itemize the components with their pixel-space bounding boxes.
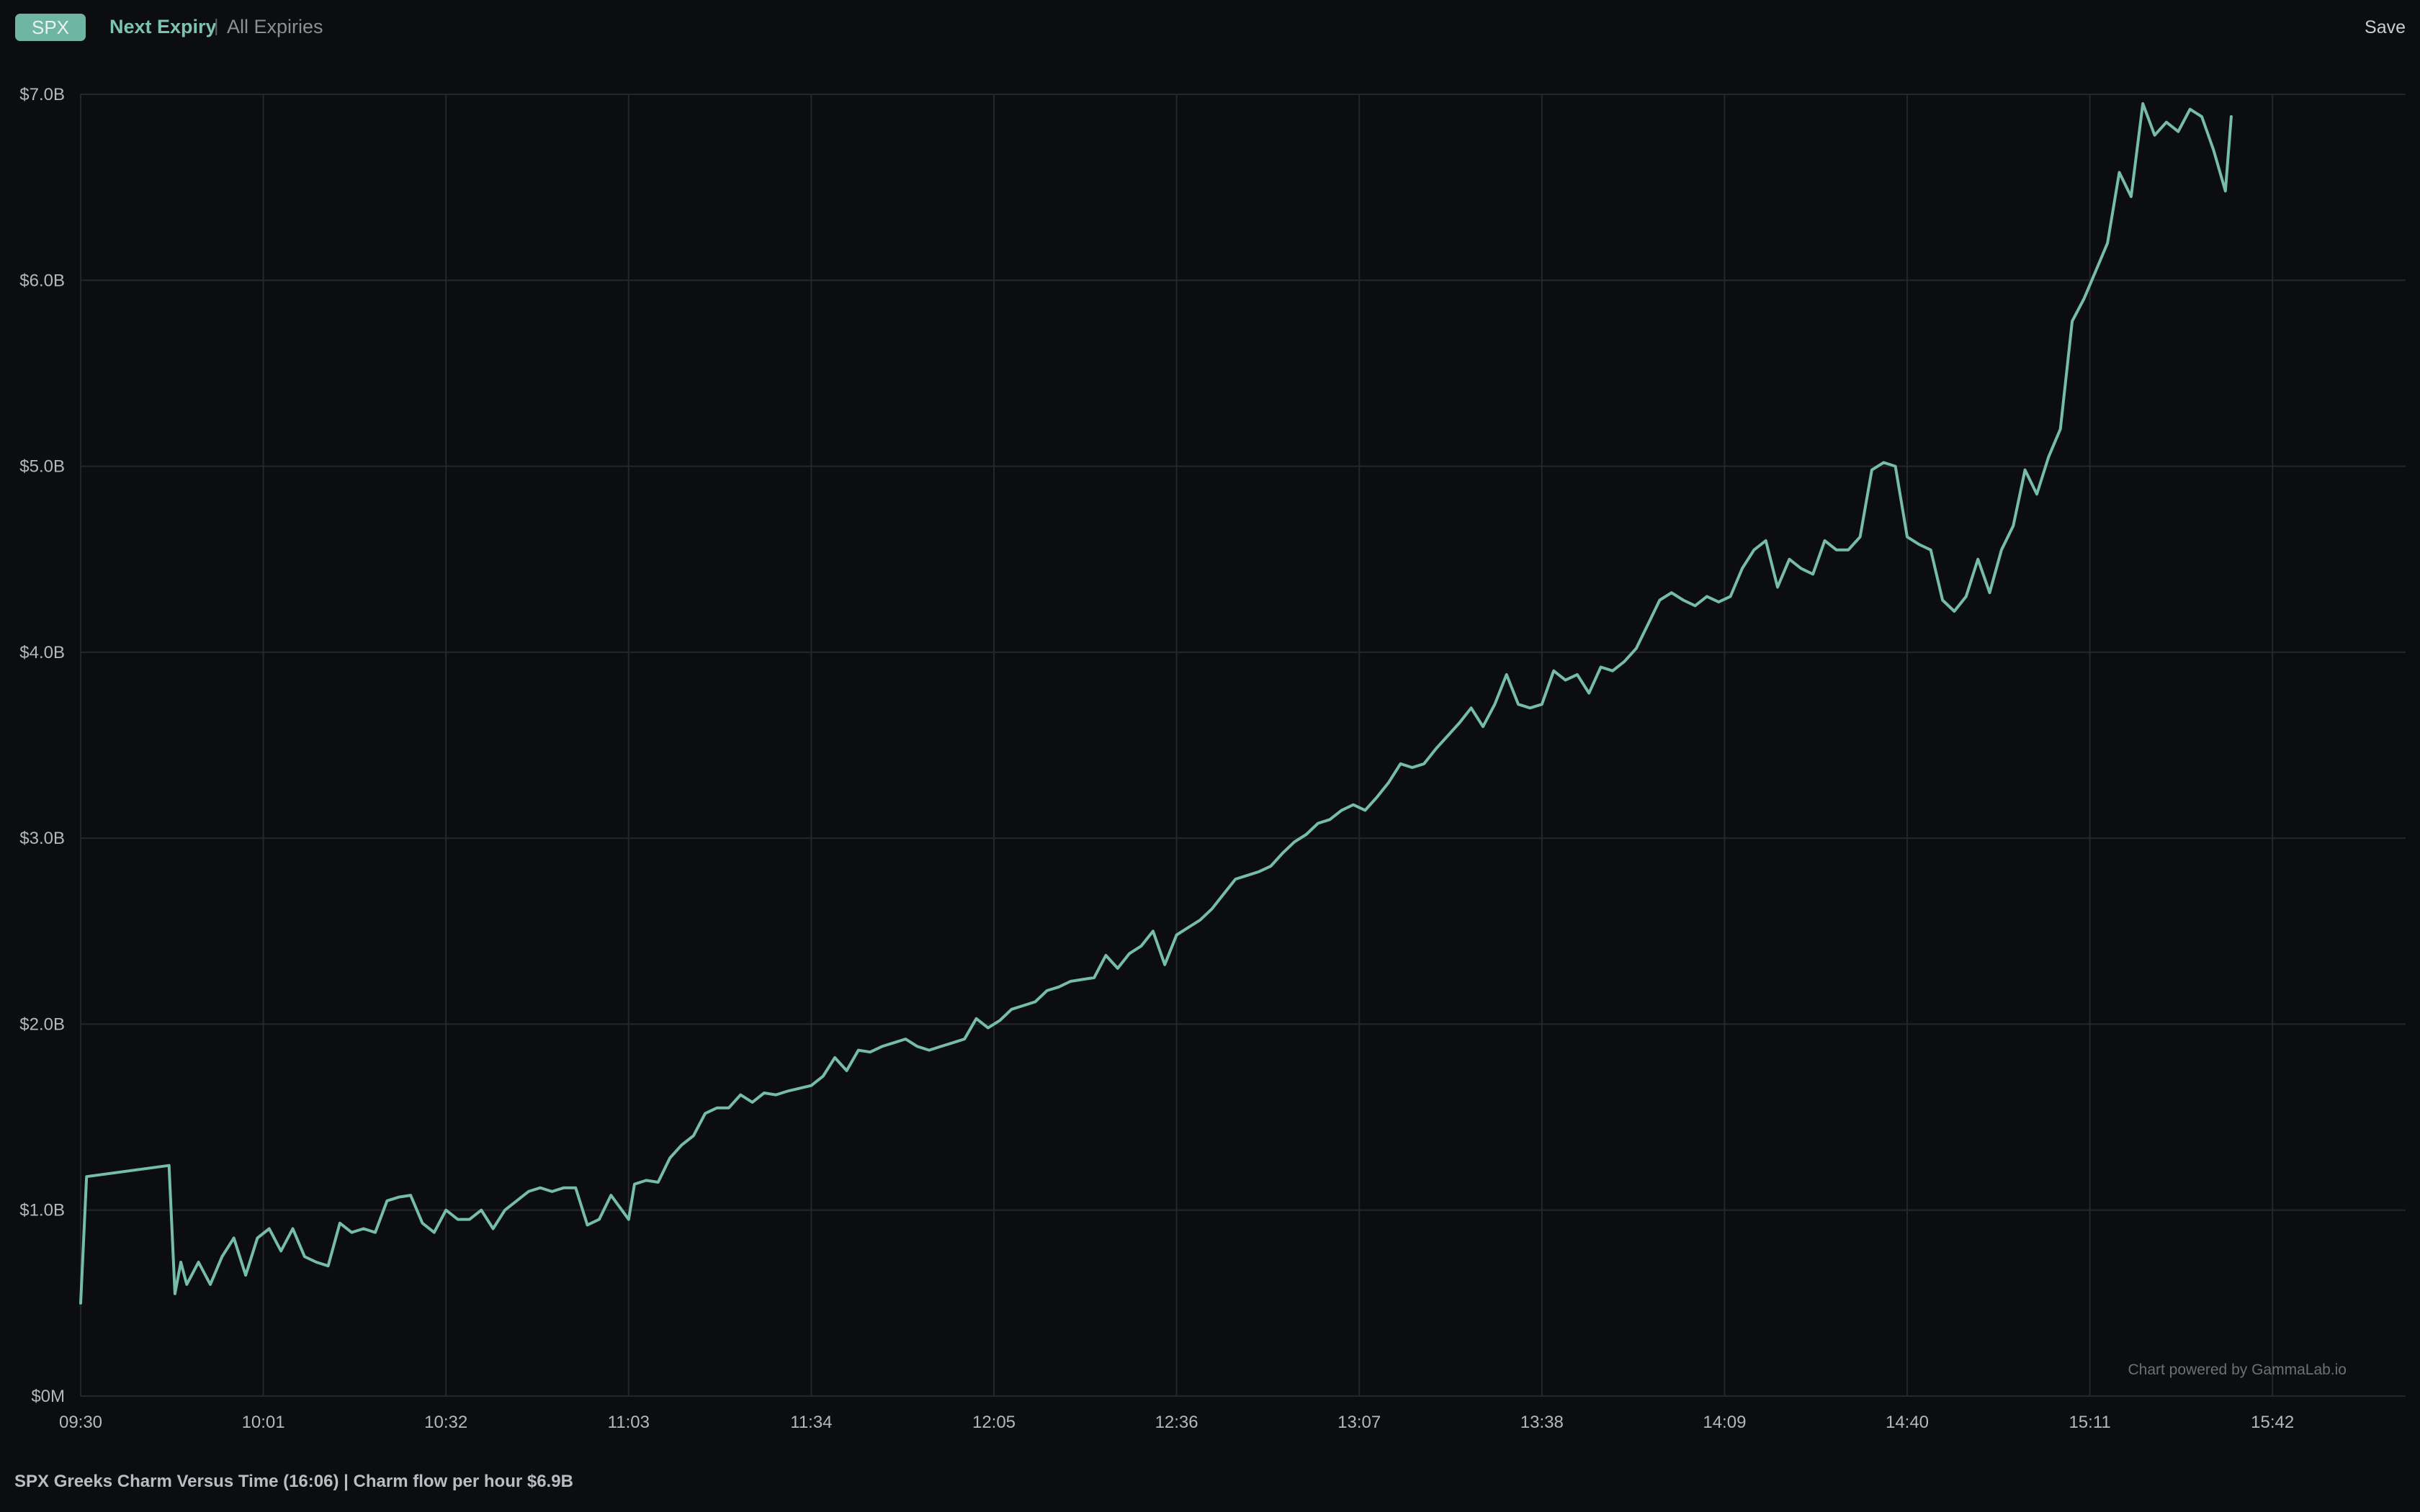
x-tick-label: 13:38 — [1520, 1413, 1564, 1432]
x-tick-label: 10:01 — [242, 1413, 285, 1432]
y-tick-label: $1.0B — [19, 1201, 65, 1220]
x-tick-label: 12:36 — [1155, 1413, 1198, 1432]
x-axis-ticks: 09:30 10:01 10:32 11:03 11:34 12:05 12:36 13:07… — [59, 1413, 2294, 1432]
chart-watermark: Chart powered by GammaLab.io — [2128, 1362, 2347, 1378]
y-tick-label: $3.0B — [19, 829, 65, 848]
series-layer — [79, 102, 2233, 1305]
y-tick-label: $7.0B — [19, 85, 65, 104]
x-tick-label: 11:03 — [608, 1413, 650, 1432]
y-tick-label: $0M — [31, 1387, 65, 1406]
charm-series-line — [79, 102, 2233, 1305]
charm-line-chart: $0M $1.0B $2.0B $3.0B $4.0B $5.0B $6.0B $7.0B 0… — [19, 85, 2406, 1432]
grid-lines — [80, 94, 2406, 1397]
y-tick-label: $5.0B — [19, 457, 65, 477]
y-tick-label: $2.0B — [19, 1014, 65, 1034]
chart-caption: SPX Greeks Charm Versus Time (16:06) | C… — [14, 1472, 573, 1491]
x-tick-label: 14:40 — [1886, 1413, 1929, 1432]
x-tick-label: 15:42 — [2251, 1413, 2294, 1432]
x-tick-label: 13:07 — [1337, 1413, 1381, 1432]
x-tick-label: 12:05 — [972, 1413, 1016, 1432]
y-axis-ticks: $0M $1.0B $2.0B $3.0B $4.0B $5.0B $6.0B $7.0B — [19, 85, 65, 1406]
y-tick-label: $6.0B — [19, 271, 65, 290]
x-tick-label: 10:32 — [424, 1413, 467, 1432]
x-tick-label: 11:34 — [790, 1413, 832, 1432]
x-tick-label: 15:11 — [2069, 1413, 2110, 1432]
x-tick-label: 09:30 — [59, 1413, 102, 1432]
y-tick-label: $4.0B — [19, 643, 65, 662]
x-tick-label: 14:09 — [1703, 1413, 1746, 1432]
